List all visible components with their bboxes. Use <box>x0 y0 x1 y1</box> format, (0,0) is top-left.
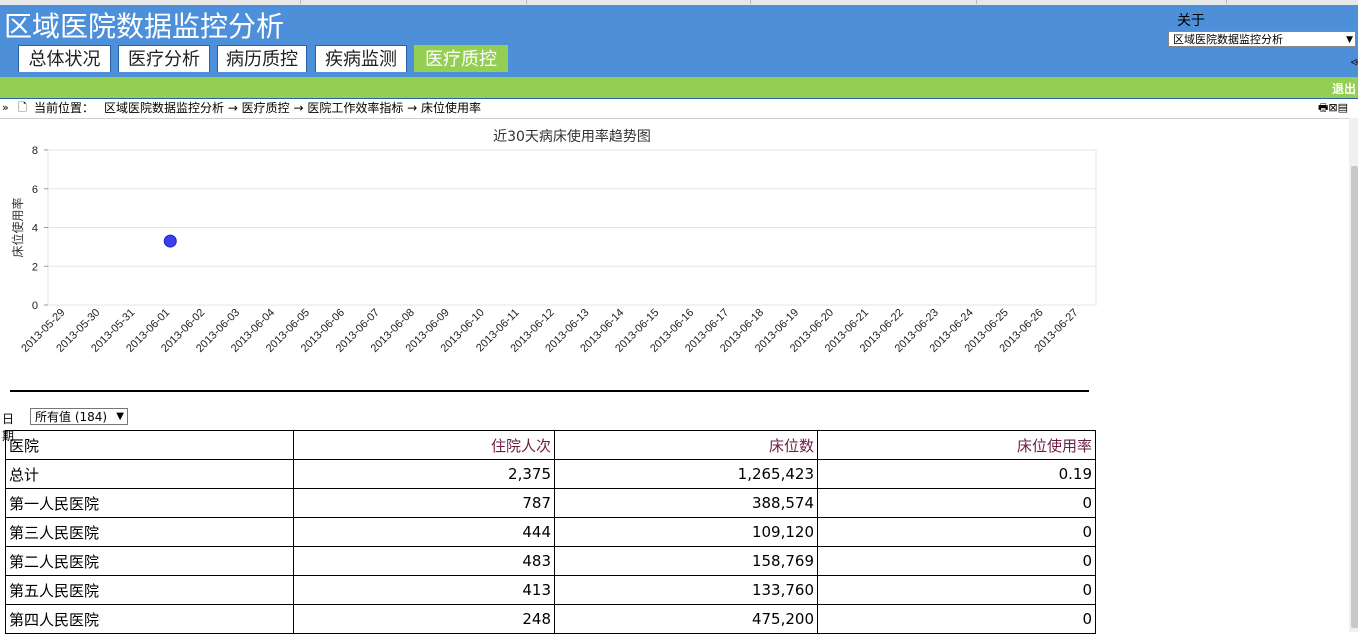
y-axis-label: 床位使用率 <box>10 197 25 257</box>
table-row: 第三人民医院 444 109,120 0 <box>5 517 1096 547</box>
app-title: 区域医院数据监控分析 <box>4 10 285 43</box>
tab-disease-monitoring[interactable]: 疾病监测 <box>315 45 407 72</box>
table-cell-beds: 133,760 <box>554 575 818 605</box>
tab-record-quality[interactable]: 病历质控 <box>217 45 307 72</box>
table-cell-hospital: 第一人民医院 <box>5 488 294 518</box>
system-select[interactable]: 区域医院数据监控分析 ▼ <box>1168 31 1356 47</box>
table-cell-beds: 1,265,423 <box>554 459 818 489</box>
about-link[interactable]: 关于 <box>1177 10 1205 30</box>
table-cell-rate: 0.19 <box>817 459 1096 489</box>
bed-usage-trend-chart: 02468近30天病床使用率趋势图床位使用率2013-05-292013-05-… <box>10 128 1097 355</box>
table-cell-hospital: 第三人民医院 <box>5 517 294 547</box>
table-cell-hospital: 总计 <box>5 459 294 489</box>
table-cell-rate: 0 <box>817 604 1096 634</box>
table-cell-beds: 109,120 <box>554 517 818 547</box>
column-header-bed-usage-rate[interactable]: 床位使用率 <box>817 430 1096 460</box>
table-cell-hospital: 第五人民医院 <box>5 575 294 605</box>
chart-title: 近30天病床使用率趋势图 <box>493 128 651 145</box>
export-icon[interactable]: ⊠ <box>1328 101 1337 114</box>
table-cell-rate: 0 <box>817 575 1096 605</box>
tab-overview[interactable]: 总体状况 <box>18 45 111 72</box>
top-strip-segment <box>976 0 1227 4</box>
table-row: 第五人民医院 413 133,760 0 <box>5 575 1096 605</box>
top-strip-segment <box>0 0 301 4</box>
chevron-down-icon: ▼ <box>1346 35 1353 45</box>
breadcrumb-path: 区域医院数据监控分析 → 医疗质控 → 医院工作效率指标 → 床位使用率 <box>104 101 482 115</box>
column-header-inpatients[interactable]: 住院人次 <box>293 430 555 460</box>
table-cell-beds: 158,769 <box>554 546 818 576</box>
date-filter-value: 所有值 (184) <box>35 410 108 424</box>
print-icon[interactable]: 🖶 <box>1318 101 1328 114</box>
table-row: 总计 2,375 1,265,423 0.19 <box>5 459 1096 489</box>
double-chevron-icon[interactable]: » <box>2 99 9 117</box>
tab-medical-quality[interactable]: 医疗质控 <box>414 45 508 72</box>
table-row: 第一人民医院 787 388,574 0 <box>5 488 1096 518</box>
hospital-data-table: 医院 住院人次 床位数 床位使用率 总计 2,375 1,265,423 0.1… <box>5 430 1096 634</box>
table-cell-beds: 475,200 <box>554 604 818 634</box>
y-tick-label: 0 <box>32 300 38 312</box>
data-point <box>163 234 177 248</box>
table-header-row: 医院 住院人次 床位数 床位使用率 <box>5 430 1096 460</box>
top-strip-segment <box>300 0 527 4</box>
table-cell-inpatients: 413 <box>293 575 555 605</box>
table-cell-rate: 0 <box>817 546 1096 576</box>
logout-link[interactable]: 退出 <box>1332 80 1356 97</box>
table-cell-inpatients: 248 <box>293 604 555 634</box>
y-tick-label: 4 <box>32 223 38 235</box>
document-icon[interactable]: ▤ <box>1338 101 1348 114</box>
table-cell-rate: 0 <box>817 517 1096 547</box>
table-cell-hospital: 第四人民医院 <box>5 604 294 634</box>
section-divider <box>10 390 1089 392</box>
breadcrumb-label: 当前位置： <box>34 101 95 115</box>
table-cell-inpatients: 787 <box>293 488 555 518</box>
tab-medical-analysis[interactable]: 医疗分析 <box>118 45 210 72</box>
table-cell-inpatients: 444 <box>293 517 555 547</box>
table-row: 第二人民医院 483 158,769 0 <box>5 546 1096 576</box>
chevron-down-icon: ▼ <box>116 411 124 422</box>
collapse-icon[interactable]: ≪ <box>1350 55 1358 69</box>
table-cell-inpatients: 483 <box>293 546 555 576</box>
top-strip-segment <box>750 0 977 4</box>
y-tick-label: 2 <box>32 261 38 273</box>
toolbar-icons: 🖶⊠▤ <box>1318 99 1348 117</box>
column-header-beds[interactable]: 床位数 <box>554 430 818 460</box>
table-cell-beds: 388,574 <box>554 488 818 518</box>
breadcrumb: » 🗋 当前位置： 区域医院数据监控分析 → 医疗质控 → 医院工作效率指标 →… <box>0 98 1358 119</box>
table-cell-hospital: 第二人民医院 <box>5 546 294 576</box>
table-cell-inpatients: 2,375 <box>293 459 555 489</box>
top-strip-segment <box>526 0 751 4</box>
scrollbar-thumb[interactable] <box>1351 166 1358 628</box>
nav-green-bar: 退出 <box>0 77 1358 98</box>
y-tick-label: 6 <box>32 184 38 196</box>
column-header-hospital[interactable]: 医院 <box>5 430 294 460</box>
page-icon: 🗋 <box>18 101 27 114</box>
table-row: 第四人民医院 248 475,200 0 <box>5 604 1096 634</box>
y-tick-label: 8 <box>32 145 38 157</box>
date-filter-select[interactable]: 所有值 (184) ▼ <box>30 408 128 425</box>
table-cell-rate: 0 <box>817 488 1096 518</box>
system-select-value: 区域医院数据监控分析 <box>1173 33 1283 46</box>
